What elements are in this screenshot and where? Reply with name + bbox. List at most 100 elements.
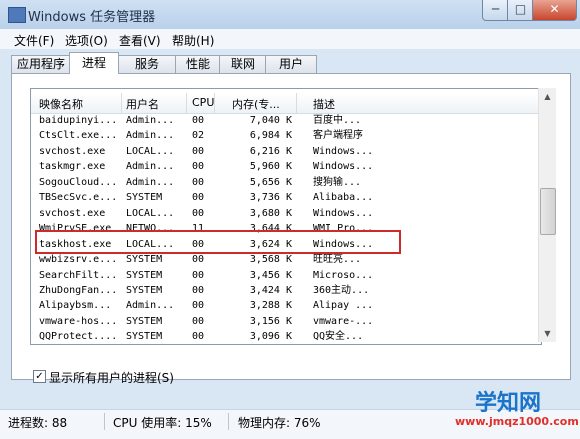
table-row[interactable]: CtsClt.exe... Admin... 02 6,984 K 客户端程序 (31, 128, 541, 143)
scroll-down-icon[interactable]: ▼ (539, 325, 556, 342)
menu-bar: 文件(F) 选项(O) 查看(V) 帮助(H) (0, 29, 580, 49)
menu-options[interactable]: 选项(O) (65, 32, 108, 49)
table-row[interactable]: Alipaybsm... Admin... 00 3,288 K Alipay ... (31, 298, 541, 313)
scroll-up-icon[interactable]: ▲ (539, 88, 556, 105)
process-user: Admin... (126, 300, 175, 311)
process-description: QQ安全... (313, 331, 364, 342)
maximize-button[interactable]: □ (507, 0, 534, 21)
tab-processes[interactable]: 进程 (69, 52, 119, 74)
process-name: ZhuDongFan... (39, 285, 118, 296)
table-row[interactable]: vmware-hos... SYSTEM 00 3,156 K vmware-... (31, 314, 541, 329)
process-name: QQProtect.... (39, 331, 118, 342)
process-memory: 3,424 K (249, 285, 292, 296)
menu-help[interactable]: 帮助(H) (172, 32, 214, 49)
process-description: 百度中... (313, 115, 362, 126)
watermark-url: www.jmqz1000.com (455, 415, 579, 428)
table-row[interactable]: SearchFilt... SYSTEM 00 3,456 K Microso... (31, 268, 541, 283)
process-description: Windows... (313, 208, 374, 219)
tab-networking[interactable]: 联网 (219, 55, 267, 73)
minimize-button[interactable]: ─ (482, 0, 509, 21)
process-name: SogouCloud... (39, 177, 118, 188)
process-memory: 7,040 K (249, 115, 292, 126)
process-cpu: 00 (192, 316, 205, 327)
table-row[interactable]: taskmgr.exe Admin... 00 5,960 K Windows... (31, 159, 541, 174)
menu-file[interactable]: 文件(F) (14, 32, 54, 49)
process-description: Windows... (313, 146, 374, 157)
status-physical-memory: 物理内存: 76% (238, 416, 321, 430)
process-user: SYSTEM (126, 270, 163, 281)
column-divider[interactable] (186, 93, 187, 113)
process-user: SYSTEM (126, 316, 163, 327)
process-memory: 3,680 K (249, 208, 292, 219)
title-bar[interactable]: Windows 任务管理器 ─ □ ✕ (0, 0, 580, 30)
process-description: Alibaba... (313, 192, 374, 203)
process-list[interactable]: 映像名称 用户名 CPU 内存(专... 描述 baidupinyi... Adm… (30, 88, 542, 345)
process-memory: 6,216 K (249, 146, 292, 157)
table-row[interactable]: wwbizsrv.e... SYSTEM 00 3,568 K 旺旺亮... (31, 252, 541, 267)
process-memory: 3,568 K (249, 254, 292, 265)
process-cpu: 00 (192, 254, 205, 265)
process-description: 搜狗输... (313, 177, 362, 188)
task-manager-icon (8, 7, 26, 23)
table-row[interactable]: TBSecSvc.e... SYSTEM 00 3,736 K Alibaba... (31, 190, 541, 205)
show-all-users-checkbox[interactable]: ✓ (33, 370, 46, 383)
status-process-count: 进程数: 88 (8, 416, 68, 430)
column-header: 映像名称 用户名 CPU 内存(专... 描述 (31, 93, 541, 114)
column-divider[interactable] (121, 93, 122, 113)
show-all-users-label[interactable]: 显示所有用户的进程(S) (49, 369, 174, 386)
column-divider[interactable] (214, 93, 215, 113)
col-user-name[interactable]: 用户名 (126, 96, 159, 112)
process-memory: 5,656 K (249, 177, 292, 188)
table-row[interactable]: baidupinyi... Admin... 00 7,040 K 百度中... (31, 113, 541, 128)
process-name: CtsClt.exe... (39, 130, 118, 141)
process-user: Admin... (126, 130, 175, 141)
process-cpu: 00 (192, 285, 205, 296)
tab-services[interactable]: 服务 (117, 55, 177, 73)
process-name: TBSecSvc.e... (39, 192, 118, 203)
process-description: 客户端程序 (313, 130, 363, 141)
tab-performance[interactable]: 性能 (175, 55, 221, 73)
status-cpu-usage: CPU 使用率: 15% (113, 416, 212, 430)
status-divider (104, 413, 105, 430)
tab-users[interactable]: 用户 (265, 55, 317, 73)
table-row[interactable]: SogouCloud... Admin... 00 5,656 K 搜狗输... (31, 175, 541, 190)
process-user: LOCAL... (126, 208, 175, 219)
process-name: svchost.exe (39, 146, 106, 157)
process-cpu: 02 (192, 130, 205, 141)
process-memory: 5,960 K (249, 161, 292, 172)
col-cpu[interactable]: CPU (192, 96, 214, 109)
process-memory: 3,456 K (249, 270, 292, 281)
close-button[interactable]: ✕ (532, 0, 577, 21)
process-description: vmware-... (313, 316, 374, 327)
process-memory: 3,736 K (249, 192, 292, 203)
col-image-name[interactable]: 映像名称 (39, 96, 83, 112)
process-user: SYSTEM (126, 254, 163, 265)
process-user: SYSTEM (126, 285, 163, 296)
process-cpu: 00 (192, 331, 205, 342)
watermark: 学知网 www.jmqz1000.com (445, 385, 579, 435)
process-name: taskmgr.exe (39, 161, 106, 172)
table-row[interactable]: ZhuDongFan... SYSTEM 00 3,424 K 360主动... (31, 283, 541, 298)
process-cpu: 00 (192, 300, 205, 311)
process-description: 360主动... (313, 285, 370, 296)
window-title: Windows 任务管理器 (28, 10, 156, 25)
table-row[interactable]: svchost.exe LOCAL... 00 6,216 K Windows... (31, 144, 541, 159)
process-user: Admin... (126, 115, 175, 126)
col-memory[interactable]: 内存(专... (232, 96, 280, 112)
tab-applications[interactable]: 应用程序 (11, 55, 71, 73)
scroll-thumb[interactable] (540, 188, 556, 235)
process-memory: 3,096 K (249, 331, 292, 342)
process-cpu: 00 (192, 192, 205, 203)
col-description[interactable]: 描述 (313, 96, 335, 112)
process-user: LOCAL... (126, 146, 175, 157)
column-divider[interactable] (296, 93, 297, 113)
process-memory: 3,288 K (249, 300, 292, 311)
table-row[interactable]: QQProtect.... SYSTEM 00 3,096 K QQ安全... (31, 329, 541, 344)
process-memory: 6,984 K (249, 130, 292, 141)
process-cpu: 00 (192, 177, 205, 188)
table-row[interactable]: svchost.exe LOCAL... 00 3,680 K Windows... (31, 206, 541, 221)
process-name: SearchFilt... (39, 270, 118, 281)
vertical-scrollbar[interactable]: ▲ ▼ (538, 88, 556, 342)
process-name: Alipaybsm... (39, 300, 112, 311)
menu-view[interactable]: 查看(V) (119, 32, 161, 49)
